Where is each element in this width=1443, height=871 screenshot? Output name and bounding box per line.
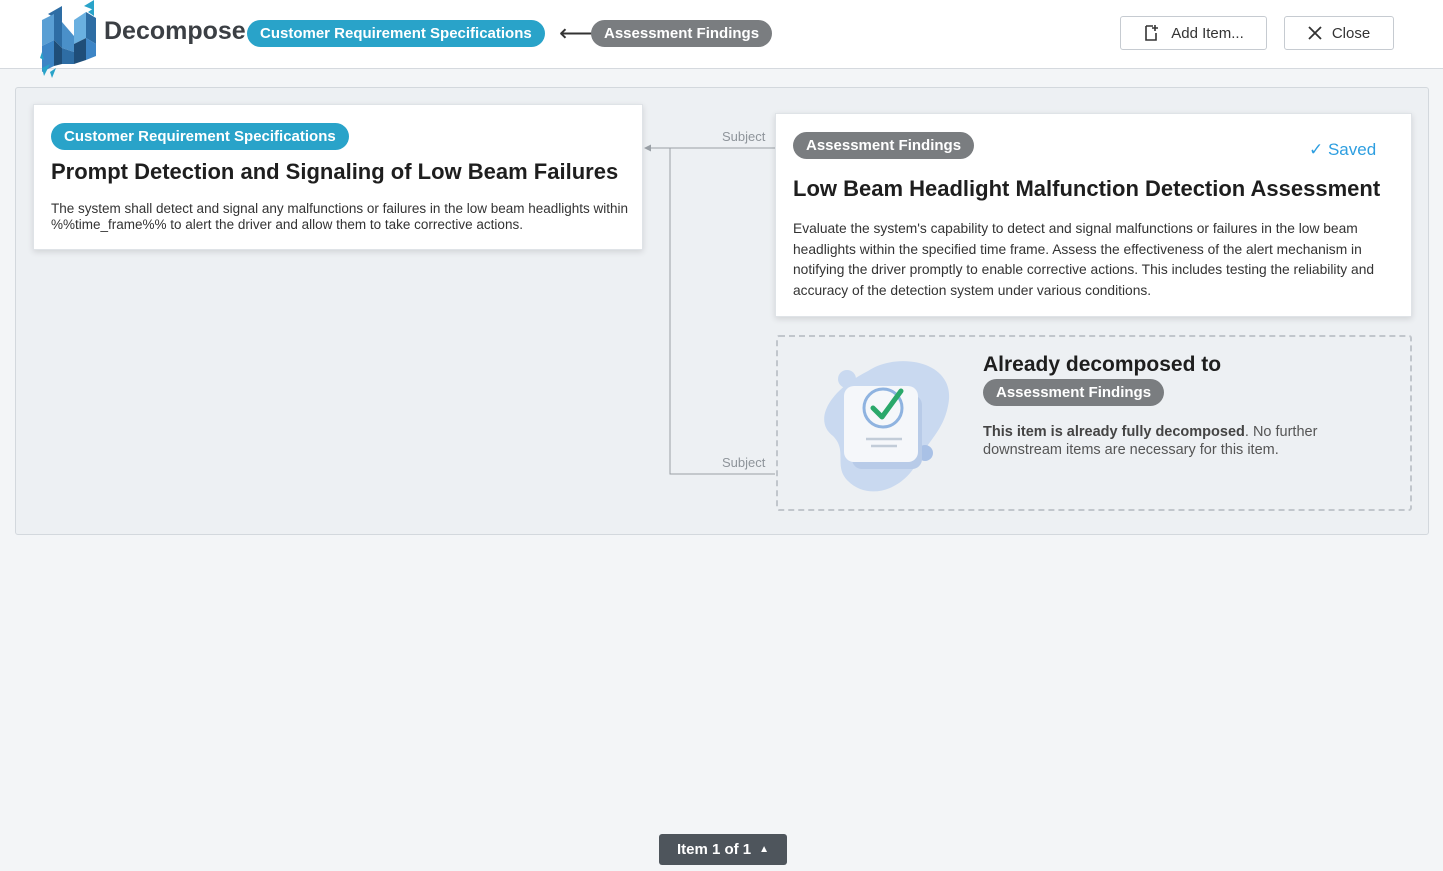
source-card-type-badge: Customer Requirement Specifications xyxy=(51,123,349,150)
app-title: Decompose xyxy=(104,17,246,45)
decomposed-message: This item is already fully decomposed. N… xyxy=(983,423,1373,459)
decomposed-type-badge: Assessment Findings xyxy=(983,379,1165,406)
saved-status: ✓ Saved xyxy=(1309,140,1377,159)
item-pager-button[interactable]: Item 1 of 1 ▲ xyxy=(659,834,787,865)
connector-label-subject: Subject xyxy=(722,455,766,470)
close-button[interactable]: Close xyxy=(1284,16,1394,50)
pager-label: Item 1 of 1 xyxy=(676,841,752,858)
decomposed-title: Already decomposed to xyxy=(983,353,1222,376)
source-item-card[interactable]: Customer Requirement Specifications Prom… xyxy=(33,104,643,250)
decomposed-message-bold: This item is already fully decomposed xyxy=(983,424,1245,440)
target-card-description: Evaluate the system's capability to dete… xyxy=(793,221,1375,298)
close-label: Close xyxy=(1331,24,1371,42)
source-card-description: The system shall detect and signal any m… xyxy=(51,201,629,232)
connector-label-subject: Subject xyxy=(722,129,766,144)
already-decomposed-panel: Already decomposed to Assessment Finding… xyxy=(776,335,1412,511)
header-bar: Decompose Customer Requirement Specifica… xyxy=(0,0,1443,78)
source-card-title: Prompt Detection and Signaling of Low Be… xyxy=(51,159,619,184)
app-logo xyxy=(40,0,96,78)
target-card-type-badge: Assessment Findings xyxy=(793,132,975,159)
target-type-badge: Assessment Findings xyxy=(591,20,773,47)
add-item-button[interactable]: Add Item... xyxy=(1120,16,1267,50)
add-item-label: Add Item... xyxy=(1171,24,1244,42)
target-card-title: Low Beam Headlight Malfunction Detection… xyxy=(793,176,1381,201)
document-check-illustration xyxy=(824,361,950,492)
left-arrow-icon: ⟵ xyxy=(559,20,594,47)
add-document-icon xyxy=(1145,25,1159,41)
caret-up-icon: ▲ xyxy=(759,844,770,855)
close-icon xyxy=(1308,26,1322,40)
target-item-card[interactable]: Assessment Findings ✓ Saved Low Beam Hea… xyxy=(775,113,1412,317)
source-type-badge: Customer Requirement Specifications xyxy=(247,20,545,47)
